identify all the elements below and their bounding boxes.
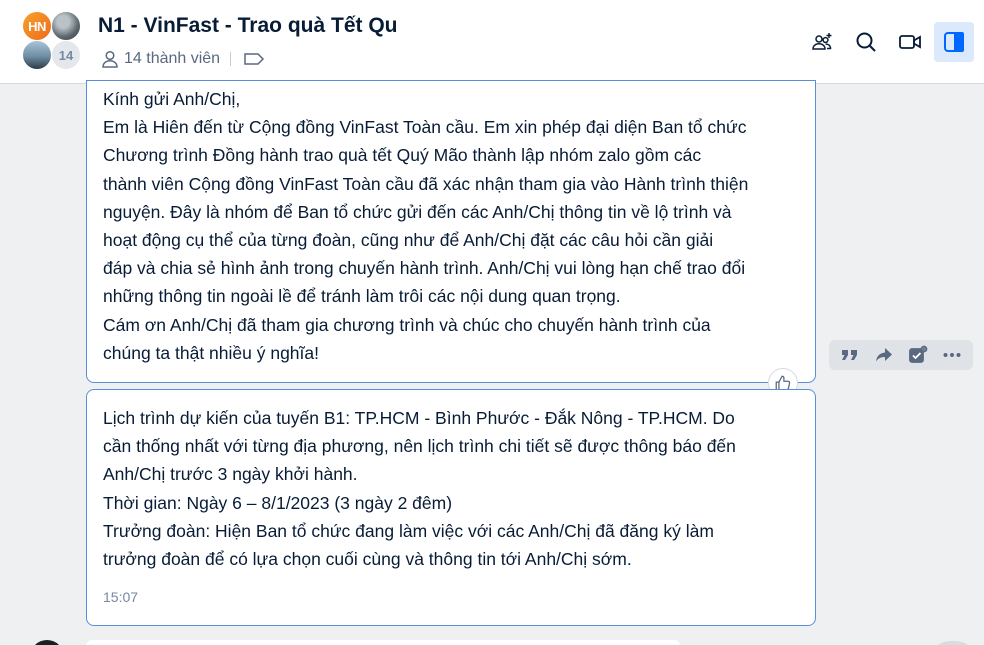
message-line: Cám ơn Anh/Chị đã tham gia chương trình … (103, 314, 711, 335)
side-panel-icon (944, 32, 964, 52)
members-count-link[interactable]: 14 thành viên (124, 50, 220, 68)
group-subline: 14 thành viên (100, 48, 265, 70)
message-line: Chương trình Đồng hành trao quà tết Quý … (103, 145, 702, 166)
message-action-bar (829, 340, 973, 370)
message-line: Trưởng đoàn: Hiện Ban tổ chức đang làm v… (103, 520, 714, 541)
message-line: Anh/Chị trước 3 ngày khởi hành. (103, 464, 358, 485)
more-dots-icon (943, 353, 961, 357)
add-member-icon (812, 33, 832, 50)
header-actions (798, 22, 974, 62)
message-line: Lịch trình dự kiến của tuyến B1: TP.HCM … (103, 408, 735, 428)
group-avatar[interactable]: HN 14 (22, 11, 84, 73)
video-call-button[interactable] (890, 22, 930, 62)
forward-button[interactable] (871, 342, 897, 368)
add-member-button[interactable] (802, 22, 842, 62)
reply-button[interactable] (837, 342, 863, 368)
task-check-icon (909, 345, 928, 363)
search-button[interactable] (846, 22, 886, 62)
create-task-button[interactable] (905, 342, 931, 368)
member-avatar-photo (22, 40, 52, 70)
message-line: đáp và chia sẻ hình ảnh trong chuyến hàn… (103, 258, 746, 279)
scroll-button[interactable] (938, 641, 968, 645)
toggle-info-panel-button[interactable] (934, 22, 974, 62)
message-line: trưởng đoàn để có lựa chọn cuối cùng và … (103, 549, 632, 570)
group-title[interactable]: N1 - VinFast - Trao quà Tết Qu (98, 14, 398, 38)
search-icon (856, 32, 876, 52)
message-line: những thông tin ngoài lề để tránh làm tr… (103, 286, 621, 307)
member-avatar-photo (51, 11, 81, 41)
video-camera-icon (899, 35, 921, 49)
member-avatar-initials: HN (22, 11, 52, 41)
message-line: Em là Hiên đến từ Cộng đồng VinFast Toàn… (103, 117, 747, 138)
message-line: thành viên Cộng đồng VinFast Toàn cầu đã… (103, 173, 749, 194)
message-bubble[interactable]: Kính gửi Anh/Chị, Em là Hiên đến từ Cộng… (86, 80, 816, 383)
message-timestamp: 15:07 (103, 589, 139, 606)
quote-icon (842, 350, 857, 360)
message-line: chúng ta thật nhiều ý nghĩa! (103, 342, 319, 363)
message-line: hoạt động cụ thể của từng đoàn, cũng như… (103, 230, 714, 251)
share-arrow-icon (876, 348, 892, 362)
message-line: Kính gửi Anh/Chị, (103, 89, 241, 109)
tag-icon[interactable] (243, 51, 265, 67)
message-bubble[interactable]: Lịch trình dự kiến của tuyến B1: TP.HCM … (86, 389, 816, 626)
more-options-button[interactable] (939, 342, 965, 368)
message-line: nguyện. Đây là nhóm để Ban tổ chức gửi đ… (103, 201, 732, 222)
next-message-bubble[interactable] (86, 640, 680, 645)
message-line: Thời gian: Ngày 6 – 8/1/2023 (3 ngày 2 đ… (103, 492, 453, 513)
sender-avatar[interactable] (30, 640, 64, 645)
person-icon (102, 50, 118, 68)
divider (230, 52, 232, 66)
message-line: cần thống nhất với từng địa phương, nên … (103, 436, 736, 457)
chat-header: HN 14 N1 - VinFast - Trao quà Tết Qu 14 … (0, 0, 984, 84)
member-count-badge: 14 (51, 40, 81, 70)
